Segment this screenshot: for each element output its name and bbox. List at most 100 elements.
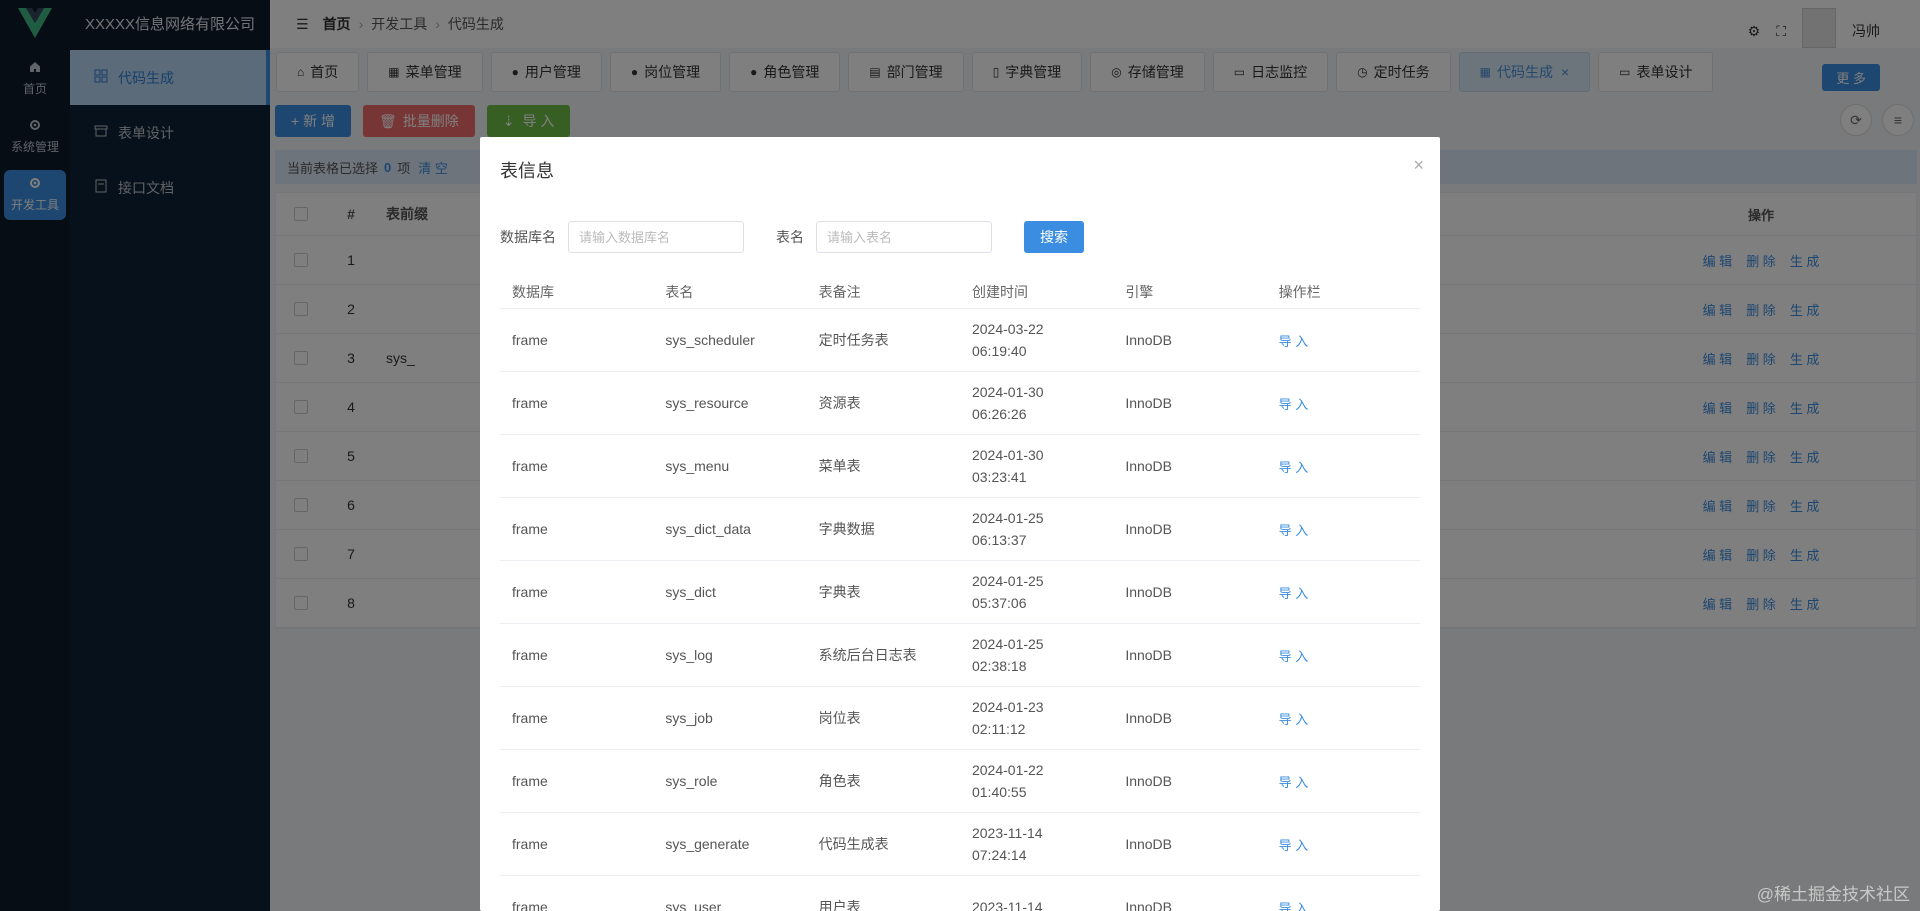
cell-table-name: sys_user bbox=[665, 899, 722, 911]
created-clock: 02:38:18 bbox=[971, 658, 1027, 674]
table-row: frame sys_scheduler 定时任务表 2024-03-22 06:19:4… bbox=[500, 309, 1420, 372]
table-name-input[interactable] bbox=[816, 221, 992, 253]
cell-created-time: 2024-03-22 06:19:40 bbox=[960, 318, 1113, 362]
cell-db: frame bbox=[512, 332, 548, 348]
created-date: 2024-01-22 bbox=[971, 762, 1044, 778]
import-link[interactable]: 导 入 bbox=[1279, 901, 1309, 911]
import-link[interactable]: 导 入 bbox=[1279, 586, 1309, 601]
cell-db: frame bbox=[512, 584, 548, 600]
import-link[interactable]: 导 入 bbox=[1279, 397, 1309, 412]
cell-table-name: sys_job bbox=[665, 710, 713, 726]
created-date: 2023-11-14 bbox=[971, 825, 1043, 841]
cell-created-time: 2024-01-30 06:26:26 bbox=[960, 381, 1113, 425]
cell-table-name: sys_generate bbox=[665, 836, 750, 852]
cell-comment: 角色表 bbox=[818, 773, 861, 789]
cell-db: frame bbox=[512, 773, 548, 789]
import-link[interactable]: 导 入 bbox=[1279, 775, 1309, 790]
table-list: 数据库 表名 表备注 创建时间 引擎 操作栏 frame sys_scheduler 定时任务… bbox=[500, 275, 1420, 911]
created-clock: 01:40:55 bbox=[971, 784, 1027, 800]
created-date: 2024-01-23 bbox=[971, 699, 1044, 715]
cell-engine: InnoDB bbox=[1125, 899, 1173, 911]
table-row: frame sys_menu 菜单表 2024-01-30 03:23:41 InnoDB… bbox=[500, 435, 1420, 498]
table-row: frame sys_log 系统后台日志表 2024-01-25 02:38:18 Inn… bbox=[500, 624, 1420, 687]
cell-table-name: sys_dict_data bbox=[665, 521, 751, 537]
import-link[interactable]: 导 入 bbox=[1279, 712, 1309, 727]
column-header: 表备注 bbox=[818, 283, 861, 300]
db-name-input[interactable] bbox=[568, 221, 744, 253]
table-list-header: 数据库 表名 表备注 创建时间 引擎 操作栏 bbox=[500, 275, 1420, 309]
cell-created-time: 2023-11-14 07:24:14 bbox=[960, 822, 1113, 866]
column-header: 创建时间 bbox=[971, 283, 1028, 300]
cell-created-time: 2024-01-25 06:13:37 bbox=[960, 507, 1113, 551]
cell-db: frame bbox=[512, 521, 548, 537]
column-header: 表名 bbox=[665, 283, 694, 300]
table-info-dialog: 表信息 × 数据库名 表名 搜索 数据库 表名 表备注 创建时间 引擎 操作栏 frame… bbox=[480, 137, 1440, 911]
cell-engine: InnoDB bbox=[1125, 395, 1173, 411]
created-date: 2024-01-25 bbox=[971, 510, 1044, 526]
cell-created-time: 2024-01-22 01:40:55 bbox=[960, 759, 1113, 803]
cell-db: frame bbox=[512, 836, 548, 852]
import-link[interactable]: 导 入 bbox=[1279, 460, 1309, 475]
cell-engine: InnoDB bbox=[1125, 710, 1173, 726]
created-date: 2023-11-14 bbox=[971, 899, 1043, 911]
cell-db: frame bbox=[512, 458, 548, 474]
cell-table-name: sys_scheduler bbox=[665, 332, 755, 348]
cell-table-name: sys_resource bbox=[665, 395, 749, 411]
cell-created-time: 2024-01-30 03:23:41 bbox=[960, 444, 1113, 488]
cell-comment: 定时任务表 bbox=[818, 332, 889, 348]
dialog-title: 表信息 bbox=[500, 161, 554, 181]
created-clock: 06:19:40 bbox=[971, 343, 1027, 359]
column-header: 引擎 bbox=[1125, 283, 1154, 300]
cell-comment: 代码生成表 bbox=[818, 836, 889, 852]
cell-comment: 菜单表 bbox=[818, 458, 861, 474]
created-date: 2024-01-25 bbox=[971, 636, 1044, 652]
created-date: 2024-01-25 bbox=[971, 573, 1044, 589]
cell-created-time: 2024-01-25 05:37:06 bbox=[960, 570, 1113, 614]
cell-comment: 岗位表 bbox=[818, 710, 861, 726]
cell-table-name: sys_role bbox=[665, 773, 718, 789]
table-row: frame sys_resource 资源表 2024-01-30 06:26:26 In… bbox=[500, 372, 1420, 435]
cell-db: frame bbox=[512, 395, 548, 411]
db-name-label: 数据库名 bbox=[500, 229, 556, 245]
cell-created-time: 2024-01-25 02:38:18 bbox=[960, 633, 1113, 677]
cell-engine: InnoDB bbox=[1125, 332, 1173, 348]
import-link[interactable]: 导 入 bbox=[1279, 649, 1309, 664]
cell-engine: InnoDB bbox=[1125, 521, 1173, 537]
cell-comment: 字典数据 bbox=[818, 521, 875, 537]
created-clock: 05:37:06 bbox=[971, 595, 1027, 611]
cell-comment: 用户表 bbox=[818, 899, 861, 911]
created-date: 2024-01-30 bbox=[971, 384, 1044, 400]
cell-engine: InnoDB bbox=[1125, 458, 1173, 474]
created-date: 2024-01-30 bbox=[971, 447, 1044, 463]
cell-table-name: sys_menu bbox=[665, 458, 730, 474]
cell-db: frame bbox=[512, 647, 548, 663]
cell-created-time: 2024-01-23 02:11:12 bbox=[960, 696, 1113, 740]
close-icon[interactable]: × bbox=[1413, 155, 1424, 176]
table-row: frame sys_generate 代码生成表 2023-11-14 07:24:14… bbox=[500, 813, 1420, 876]
cell-engine: InnoDB bbox=[1125, 773, 1173, 789]
cell-comment: 系统后台日志表 bbox=[818, 647, 917, 663]
created-clock: 02:11:12 bbox=[971, 721, 1026, 737]
cell-created-time: 2023-11-14 bbox=[960, 896, 1113, 911]
table-row: frame sys_dict 字典表 2024-01-25 05:37:06 InnoDB… bbox=[500, 561, 1420, 624]
cell-engine: InnoDB bbox=[1125, 647, 1173, 663]
created-clock: 06:26:26 bbox=[971, 406, 1027, 422]
import-link[interactable]: 导 入 bbox=[1279, 523, 1309, 538]
table-row: frame sys_user 用户表 2023-11-14 InnoDB 导 入 bbox=[500, 876, 1420, 911]
table-row: frame sys_dict_data 字典数据 2024-01-25 06:13:37… bbox=[500, 498, 1420, 561]
cell-db: frame bbox=[512, 899, 548, 911]
cell-engine: InnoDB bbox=[1125, 584, 1173, 600]
column-header: 操作栏 bbox=[1278, 283, 1321, 300]
created-date: 2024-03-22 bbox=[971, 321, 1044, 337]
import-link[interactable]: 导 入 bbox=[1279, 838, 1309, 853]
cell-engine: InnoDB bbox=[1125, 836, 1173, 852]
cell-comment: 字典表 bbox=[818, 584, 861, 600]
created-clock: 07:24:14 bbox=[971, 847, 1027, 863]
dialog-search-form: 数据库名 表名 搜索 bbox=[500, 221, 1084, 253]
table-row: frame sys_role 角色表 2024-01-22 01:40:55 InnoDB… bbox=[500, 750, 1420, 813]
column-header: 数据库 bbox=[512, 283, 554, 300]
search-button[interactable]: 搜索 bbox=[1024, 221, 1084, 253]
watermark: @稀土掘金技术社区 bbox=[1756, 885, 1910, 904]
import-link[interactable]: 导 入 bbox=[1279, 334, 1309, 349]
created-clock: 03:23:41 bbox=[971, 469, 1027, 485]
